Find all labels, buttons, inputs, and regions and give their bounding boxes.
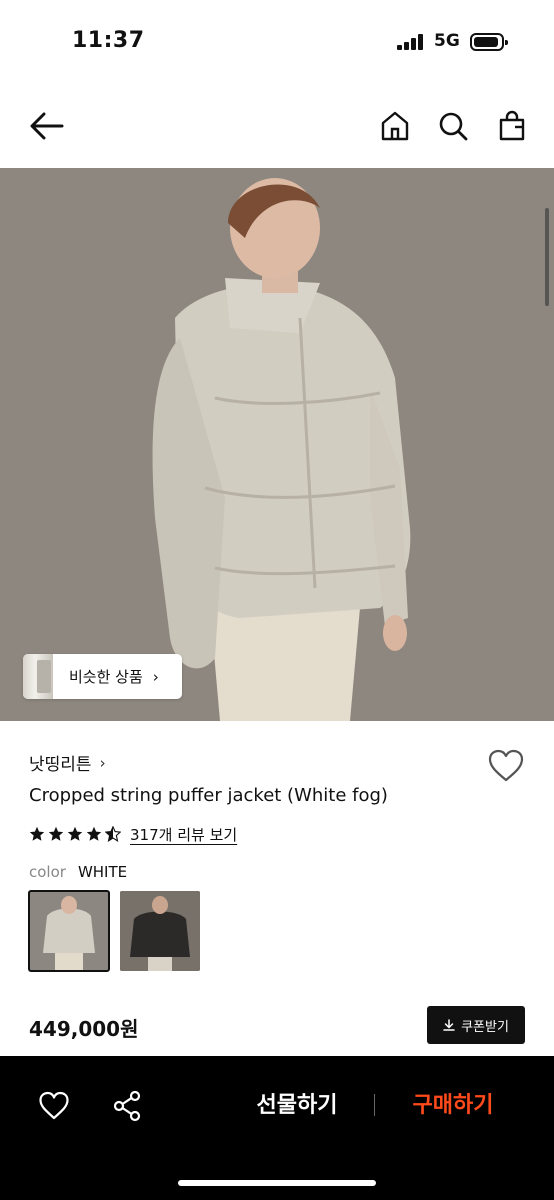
product-image[interactable]: 비슷한 상품 ›: [0, 168, 554, 721]
similar-products-button[interactable]: 비슷한 상품 ›: [23, 654, 182, 699]
arrow-left-icon: [30, 112, 64, 140]
color-swatch-black[interactable]: [120, 891, 200, 971]
star-full-icon: [86, 826, 102, 841]
color-value: WHITE: [77, 863, 128, 881]
heart-icon: [488, 749, 524, 782]
bottom-action-bar: 선물하기 구매하기: [0, 1056, 554, 1200]
star-half-icon: [105, 826, 121, 842]
price: 449,000원: [29, 1017, 139, 1041]
cart-button[interactable]: [492, 104, 532, 148]
star-full-icon: [67, 826, 83, 841]
status-time: 11:37: [72, 28, 145, 53]
similar-products-label: 비슷한 상품: [69, 668, 143, 686]
signal-icon: [397, 34, 427, 50]
home-button[interactable]: [375, 104, 415, 148]
color-swatch-white[interactable]: [28, 890, 110, 972]
rating-row: 317개 리뷰 보기: [29, 822, 237, 846]
home-indicator: [178, 1180, 376, 1186]
review-link[interactable]: 317개 리뷰 보기: [130, 824, 237, 845]
bottom-wishlist-button[interactable]: [38, 1090, 70, 1122]
brand-link[interactable]: 낫띵리튼 ›: [29, 750, 106, 776]
chevron-right-icon: ›: [99, 753, 106, 772]
divider: [374, 1094, 375, 1116]
nav-bar: [0, 96, 554, 160]
battery-icon: [470, 33, 508, 51]
color-label: color: [29, 863, 66, 881]
color-row: color WHITE: [29, 863, 127, 881]
similar-thumbnail: [23, 654, 53, 699]
heart-icon: [39, 1091, 69, 1120]
coupon-button[interactable]: 쿠폰받기: [427, 1006, 525, 1044]
gift-button[interactable]: 선물하기: [238, 1088, 356, 1124]
brand-name: 낫띵리튼: [29, 755, 92, 775]
product-photo: [0, 168, 554, 721]
scroll-indicator: [545, 208, 549, 306]
download-icon: [443, 1019, 455, 1031]
home-icon: [381, 111, 409, 141]
swatch-black-image: [120, 891, 200, 971]
share-icon: [113, 1090, 141, 1122]
swatch-white-image: [29, 891, 109, 971]
coupon-label: 쿠폰받기: [461, 1019, 509, 1035]
back-button[interactable]: [26, 104, 66, 148]
search-button[interactable]: [433, 104, 473, 148]
share-button[interactable]: [112, 1090, 142, 1122]
status-bar: 11:37 5G: [0, 0, 554, 84]
wishlist-button[interactable]: [487, 748, 525, 784]
search-icon: [439, 112, 468, 141]
star-rating: [29, 826, 124, 842]
star-full-icon: [29, 826, 45, 841]
network-label: 5G: [434, 31, 460, 51]
buy-button[interactable]: 구매하기: [398, 1088, 508, 1124]
product-title: Cropped string puffer jacket (White fog): [29, 785, 388, 806]
chevron-right-icon: ›: [152, 667, 159, 686]
shopping-bag-icon: [499, 110, 525, 141]
star-full-icon: [48, 826, 64, 841]
